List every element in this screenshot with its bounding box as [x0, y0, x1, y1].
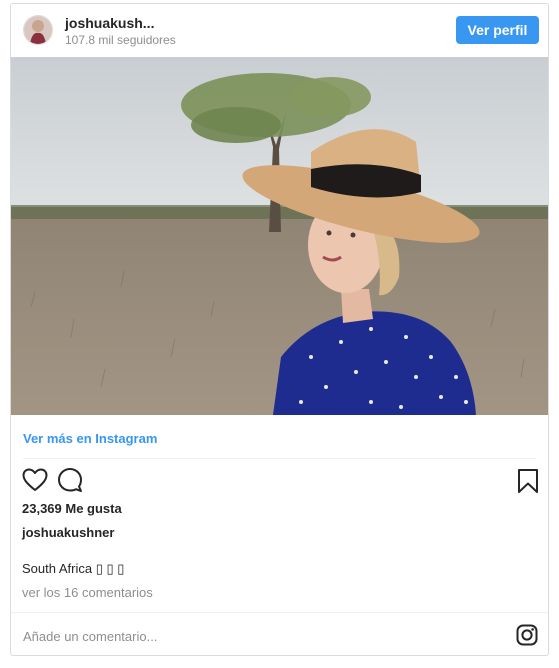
comment-box: [11, 612, 548, 657]
view-comments-link[interactable]: ver los 16 comentarios: [22, 585, 153, 600]
follower-count: 107.8 mil seguidores: [65, 33, 176, 47]
comment-icon[interactable]: [57, 467, 83, 493]
view-more-on-instagram-link[interactable]: Ver más en Instagram: [23, 431, 157, 446]
instagram-logo-icon[interactable]: [516, 624, 538, 646]
instagram-embed-card: joshuakush... 107.8 mil seguidores Ver p…: [10, 3, 549, 656]
post-header: joshuakush... 107.8 mil seguidores Ver p…: [11, 4, 548, 57]
avatar[interactable]: [23, 15, 53, 45]
post-caption: South Africa ▯ ▯ ▯: [22, 561, 125, 576]
like-count[interactable]: 23,369 Me gusta: [22, 501, 122, 516]
bookmark-icon[interactable]: [517, 468, 539, 494]
divider: [23, 458, 536, 459]
post-owner-username[interactable]: joshuakushner: [22, 525, 114, 540]
post-photo[interactable]: [11, 57, 548, 415]
username[interactable]: joshuakush...: [65, 15, 154, 31]
view-profile-button[interactable]: Ver perfil: [456, 16, 539, 44]
comment-input[interactable]: [21, 621, 475, 651]
heart-icon[interactable]: [22, 468, 48, 492]
